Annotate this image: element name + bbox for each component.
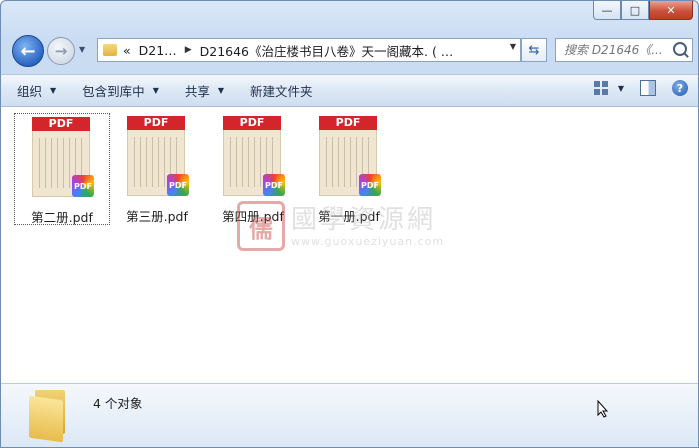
help-icon[interactable]: ? (672, 80, 688, 96)
watermark-url: www.guoxueziyuan.com (291, 235, 445, 248)
watermark: 儒 國學資源網 www.guoxueziyuan.com (237, 199, 465, 251)
file-item[interactable]: PDF PDF 第三册.pdf (110, 113, 204, 225)
pdf-band: PDF (127, 116, 185, 130)
breadcrumb-separator-icon[interactable]: ▶ (185, 45, 192, 55)
back-button[interactable]: ← (12, 35, 44, 67)
pdf-app-icon: PDF (359, 174, 381, 196)
change-view-icon[interactable] (593, 81, 608, 95)
folder-icon (29, 390, 69, 443)
history-dropdown-icon[interactable]: ▼ (79, 45, 88, 54)
address-bar[interactable]: « D21… ▶ D21646《治庄楼书目八卷》天一阁藏本. ( … ▼ (97, 38, 521, 62)
search-icon[interactable] (673, 42, 687, 56)
file-name[interactable]: 第三册.pdf (110, 206, 204, 225)
pdf-thumbnail-icon: PDF PDF (223, 116, 285, 198)
chevron-down-icon: ▼ (50, 86, 57, 95)
pdf-app-icon: PDF (72, 175, 94, 197)
share-label: 共享 (184, 84, 210, 99)
item-count: 4 个对象 (93, 396, 143, 411)
details-pane: 4 个对象 (1, 383, 698, 447)
new-folder-button[interactable]: 新建文件夹 (250, 81, 313, 100)
chevron-down-icon: ▼ (152, 86, 159, 95)
pdf-band: PDF (32, 117, 90, 131)
pdf-thumbnail-icon: PDF PDF (319, 116, 381, 198)
view-options-dropdown-icon[interactable]: ▼ (618, 84, 624, 93)
search-input[interactable] (562, 42, 674, 58)
navigation-bar: ← → ▼ « D21… ▶ D21646《治庄楼书目八卷》天一阁藏本. ( …… (9, 34, 693, 67)
caption-buttons: — □ ✕ (593, 1, 693, 20)
maximize-button[interactable]: □ (621, 1, 649, 20)
minimize-button[interactable]: — (593, 1, 621, 20)
file-list: PDF PDF 第二册.pdf PDF PDF 第三册.pdf PDF PDF … (1, 107, 698, 383)
include-in-library-menu[interactable]: 包含到库中 ▼ (82, 81, 159, 100)
forward-button[interactable]: → (47, 37, 75, 65)
preview-pane-icon[interactable] (640, 80, 656, 96)
close-button[interactable]: ✕ (649, 1, 693, 20)
watermark-title: 國學資源網 (291, 205, 437, 235)
refresh-button[interactable]: ⇆ (521, 38, 547, 62)
chevron-down-icon: ▼ (217, 86, 225, 95)
explorer-window: — □ ✕ ← → ▼ « D21… ▶ D21646《治庄楼书目八卷》天一阁藏… (0, 0, 699, 448)
include-library-label: 包含到库中 (82, 84, 145, 99)
share-menu[interactable]: 共享 ▼ (185, 81, 224, 100)
breadcrumb-parent[interactable]: D21… (139, 43, 177, 58)
pdf-app-icon: PDF (167, 174, 189, 196)
view-controls: ▼ ? (593, 80, 688, 96)
organize-menu[interactable]: 组织 ▼ (17, 81, 56, 100)
watermark-seal-icon: 儒 (237, 201, 285, 251)
pdf-thumbnail-icon: PDF PDF (127, 116, 189, 198)
breadcrumb-current[interactable]: D21646《治庄楼书目八卷》天一阁藏本. ( … (200, 41, 454, 60)
mouse-cursor-icon (597, 400, 609, 418)
new-folder-label: 新建文件夹 (250, 84, 313, 99)
folder-icon (103, 44, 117, 56)
pdf-thumbnail-icon: PDF PDF (32, 117, 94, 199)
search-box[interactable] (555, 38, 693, 62)
address-prefix[interactable]: « (123, 43, 131, 58)
command-bar: 组织 ▼ 包含到库中 ▼ 共享 ▼ 新建文件夹 ▼ ? (1, 74, 698, 107)
pdf-app-icon: PDF (263, 174, 285, 196)
address-dropdown-icon[interactable]: ▼ (510, 42, 516, 51)
organize-label: 组织 (17, 84, 43, 99)
pdf-band: PDF (319, 116, 377, 130)
file-item[interactable]: PDF PDF 第二册.pdf (14, 113, 110, 225)
file-name[interactable]: 第二册.pdf (15, 207, 109, 226)
pdf-band: PDF (223, 116, 281, 130)
